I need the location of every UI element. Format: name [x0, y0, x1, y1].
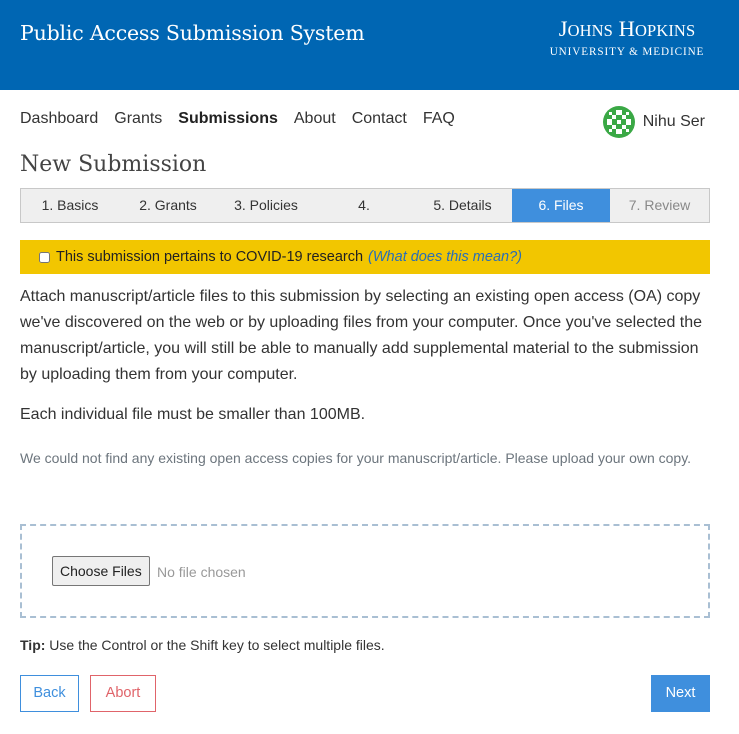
step-details[interactable]: 5. Details	[413, 189, 512, 222]
nav-item-grants[interactable]: Grants	[114, 110, 162, 132]
back-button[interactable]: Back	[20, 675, 79, 712]
tip-text: Tip: Use the Control or the Shift key to…	[20, 637, 385, 653]
tip-label: Tip:	[20, 637, 46, 653]
size-note: Each individual file must be smaller tha…	[20, 406, 366, 423]
step-basics[interactable]: 1. Basics	[21, 189, 119, 222]
covid-help-link[interactable]: (What does this mean?)	[368, 249, 522, 265]
file-status: No file chosen	[157, 564, 246, 580]
logo-sub-text: UNIVERSITY & MEDICINE	[549, 46, 705, 58]
app-header: Public Access Submission System JOHNS HO…	[0, 0, 739, 90]
avatar	[602, 106, 635, 138]
step-grants[interactable]: 2. Grants	[119, 189, 217, 222]
covid-label[interactable]: This submission pertains to COVID-19 res…	[56, 249, 363, 265]
app-title: Public Access Submission System	[20, 21, 365, 45]
jhu-logo[interactable]: JOHNS HOPKINS UNIVERSITY & MEDICINE	[547, 17, 707, 61]
intro-text: Attach manuscript/article files to this …	[20, 288, 703, 383]
file-dropzone[interactable]: Choose Files No file chosen	[20, 524, 710, 618]
abort-button[interactable]: Abort	[90, 675, 156, 712]
nav-item-about[interactable]: About	[294, 110, 336, 132]
nav-item-dashboard[interactable]: Dashboard	[20, 110, 98, 132]
covid-checkbox[interactable]	[39, 251, 50, 263]
workflow-steps: 1. Basics 2. Grants 3. Policies 4. 5. De…	[20, 188, 710, 223]
no-oa-copies-message: We could not find any existing open acce…	[20, 450, 692, 466]
choose-files-button[interactable]: Choose Files	[52, 556, 150, 586]
user-name: Nihu Ser	[642, 113, 705, 130]
covid-banner: This submission pertains to COVID-19 res…	[20, 240, 710, 274]
nav-item-faq[interactable]: FAQ	[423, 110, 455, 132]
tip-body: Use the Control or the Shift key to sele…	[45, 637, 385, 653]
nav-item-contact[interactable]: Contact	[352, 110, 407, 132]
user-menu[interactable]: Nihu Ser	[602, 106, 705, 138]
page-title: New Submission	[20, 152, 207, 177]
step-files[interactable]: 6. Files	[512, 189, 610, 222]
nav-item-submissions[interactable]: Submissions	[178, 110, 278, 132]
step-review: 7. Review	[628, 197, 691, 213]
step-4[interactable]: 4.	[315, 189, 413, 222]
step-policies[interactable]: 3. Policies	[217, 189, 315, 222]
main-nav: Dashboard Grants Submissions About Conta…	[20, 110, 455, 132]
logo-main-text: JOHNS HOPKINS	[558, 16, 696, 41]
next-button[interactable]: Next	[651, 675, 710, 712]
